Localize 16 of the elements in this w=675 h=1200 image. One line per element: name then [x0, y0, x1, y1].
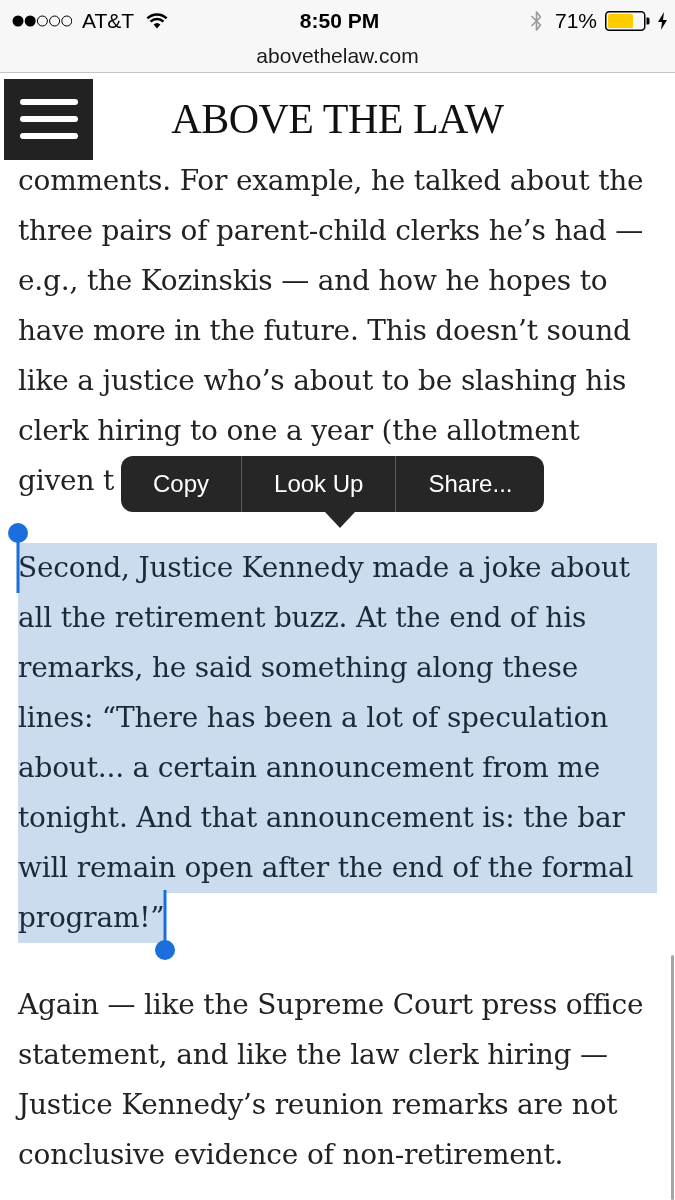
address-bar-url[interactable]: abovethelaw.com: [256, 44, 419, 68]
wifi-icon: [146, 13, 169, 29]
menu-item[interactable]: Copy: [121, 456, 242, 512]
charging-bolt-icon: [658, 12, 667, 30]
signal-strength-icon: [12, 15, 72, 27]
site-logo[interactable]: ABOVE THE LAW: [171, 98, 504, 140]
battery-icon: [605, 11, 650, 31]
clock-time: 8:50 PM: [299, 9, 380, 33]
menu-button[interactable]: [4, 78, 93, 160]
menu-item[interactable]: Share...: [395, 456, 545, 512]
menu-icon: [19, 99, 78, 139]
carrier-name: AT&T: [82, 9, 135, 33]
battery-percentage: 71%: [554, 9, 597, 33]
selected-paragraph: Second, Justice Kennedy made a joke about all the retirement buzz. At the end of his remarks, he said something along these lines: “There has been a lot of speculation about... a certain announcement from me tonight. And that announcement is: the bar will remain open after the end of the formal program!”: [18, 543, 657, 943]
bluetooth-icon: [529, 10, 543, 32]
partial-text-line: given t: [18, 463, 115, 499]
